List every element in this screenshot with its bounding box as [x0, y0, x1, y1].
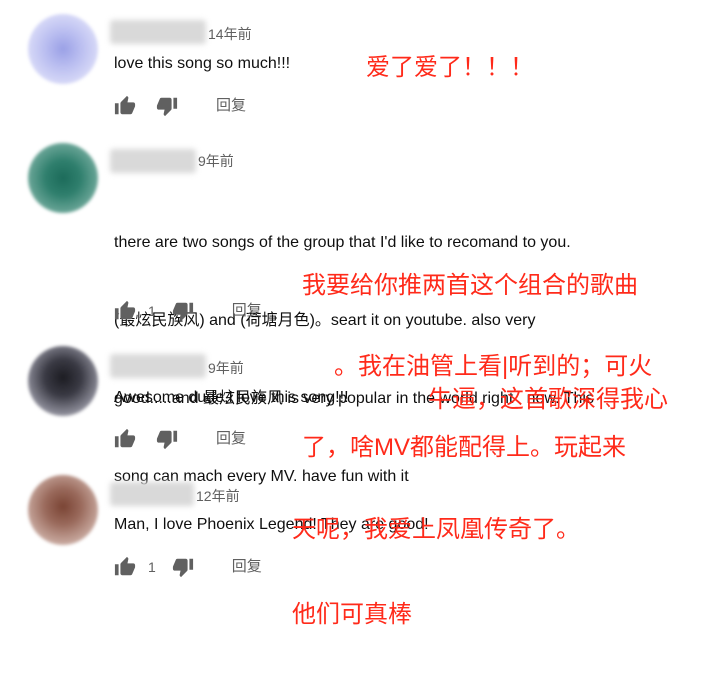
- thumbs-down-icon[interactable]: [156, 428, 178, 450]
- like-count: 1: [148, 559, 156, 575]
- author-name-blurred[interactable]: [110, 20, 206, 44]
- thumbs-down-icon[interactable]: [156, 95, 178, 117]
- annotation-line: 了，啥MV都能配得上。玩起来: [302, 434, 626, 461]
- comment-actions: 回复: [114, 95, 246, 117]
- author-name-blurred[interactable]: [110, 482, 194, 506]
- thumbs-up-icon[interactable]: [114, 300, 136, 322]
- avatar[interactable]: [28, 14, 98, 84]
- avatar[interactable]: [28, 475, 98, 545]
- reply-button[interactable]: 回复: [232, 300, 262, 322]
- thumbs-up-icon[interactable]: [114, 95, 136, 117]
- author-name-blurred[interactable]: [110, 354, 206, 378]
- thumbs-down-icon[interactable]: [172, 556, 194, 578]
- annotation-note: 牛逼，这首歌深得我心: [428, 386, 668, 413]
- reply-button[interactable]: 回复: [216, 95, 246, 117]
- like-count: 1: [148, 303, 156, 319]
- comment-text: love this song so much!!!: [114, 55, 291, 72]
- thumbs-up-icon[interactable]: [114, 428, 136, 450]
- reply-button[interactable]: 回复: [216, 428, 246, 450]
- avatar[interactable]: [28, 143, 98, 213]
- annotation-line: 他们可真棒: [292, 601, 412, 628]
- annotation-note: 爱了爱了！！！: [366, 54, 534, 81]
- annotation-line: 天呢，我爱上凤凰传奇了。: [292, 516, 580, 543]
- author-name-blurred[interactable]: [110, 149, 196, 173]
- thumbs-down-icon[interactable]: [172, 300, 194, 322]
- thumbs-up-icon[interactable]: [114, 556, 136, 578]
- annotation-line: 。我在油管上看|听到的；可火: [334, 353, 653, 380]
- comment-timestamp[interactable]: 12年前: [196, 487, 240, 505]
- reply-button[interactable]: 回复: [232, 556, 262, 578]
- comment-timestamp[interactable]: 9年前: [208, 359, 244, 377]
- comment-text: Awesome dude,I love this song!!!: [114, 389, 349, 406]
- comment-timestamp[interactable]: 9年前: [198, 152, 234, 170]
- annotation-note: 天呢，我爱上凤凰传奇了。 他们可真棒: [292, 460, 580, 684]
- comment-actions: 1 回复: [114, 300, 262, 322]
- comment-actions: 1 回复: [114, 556, 262, 578]
- comment-actions: 回复: [114, 428, 246, 450]
- annotation-line: 我要给你推两首这个组合的歌曲: [302, 272, 638, 299]
- avatar[interactable]: [28, 346, 98, 416]
- comment-timestamp[interactable]: 14年前: [208, 25, 252, 43]
